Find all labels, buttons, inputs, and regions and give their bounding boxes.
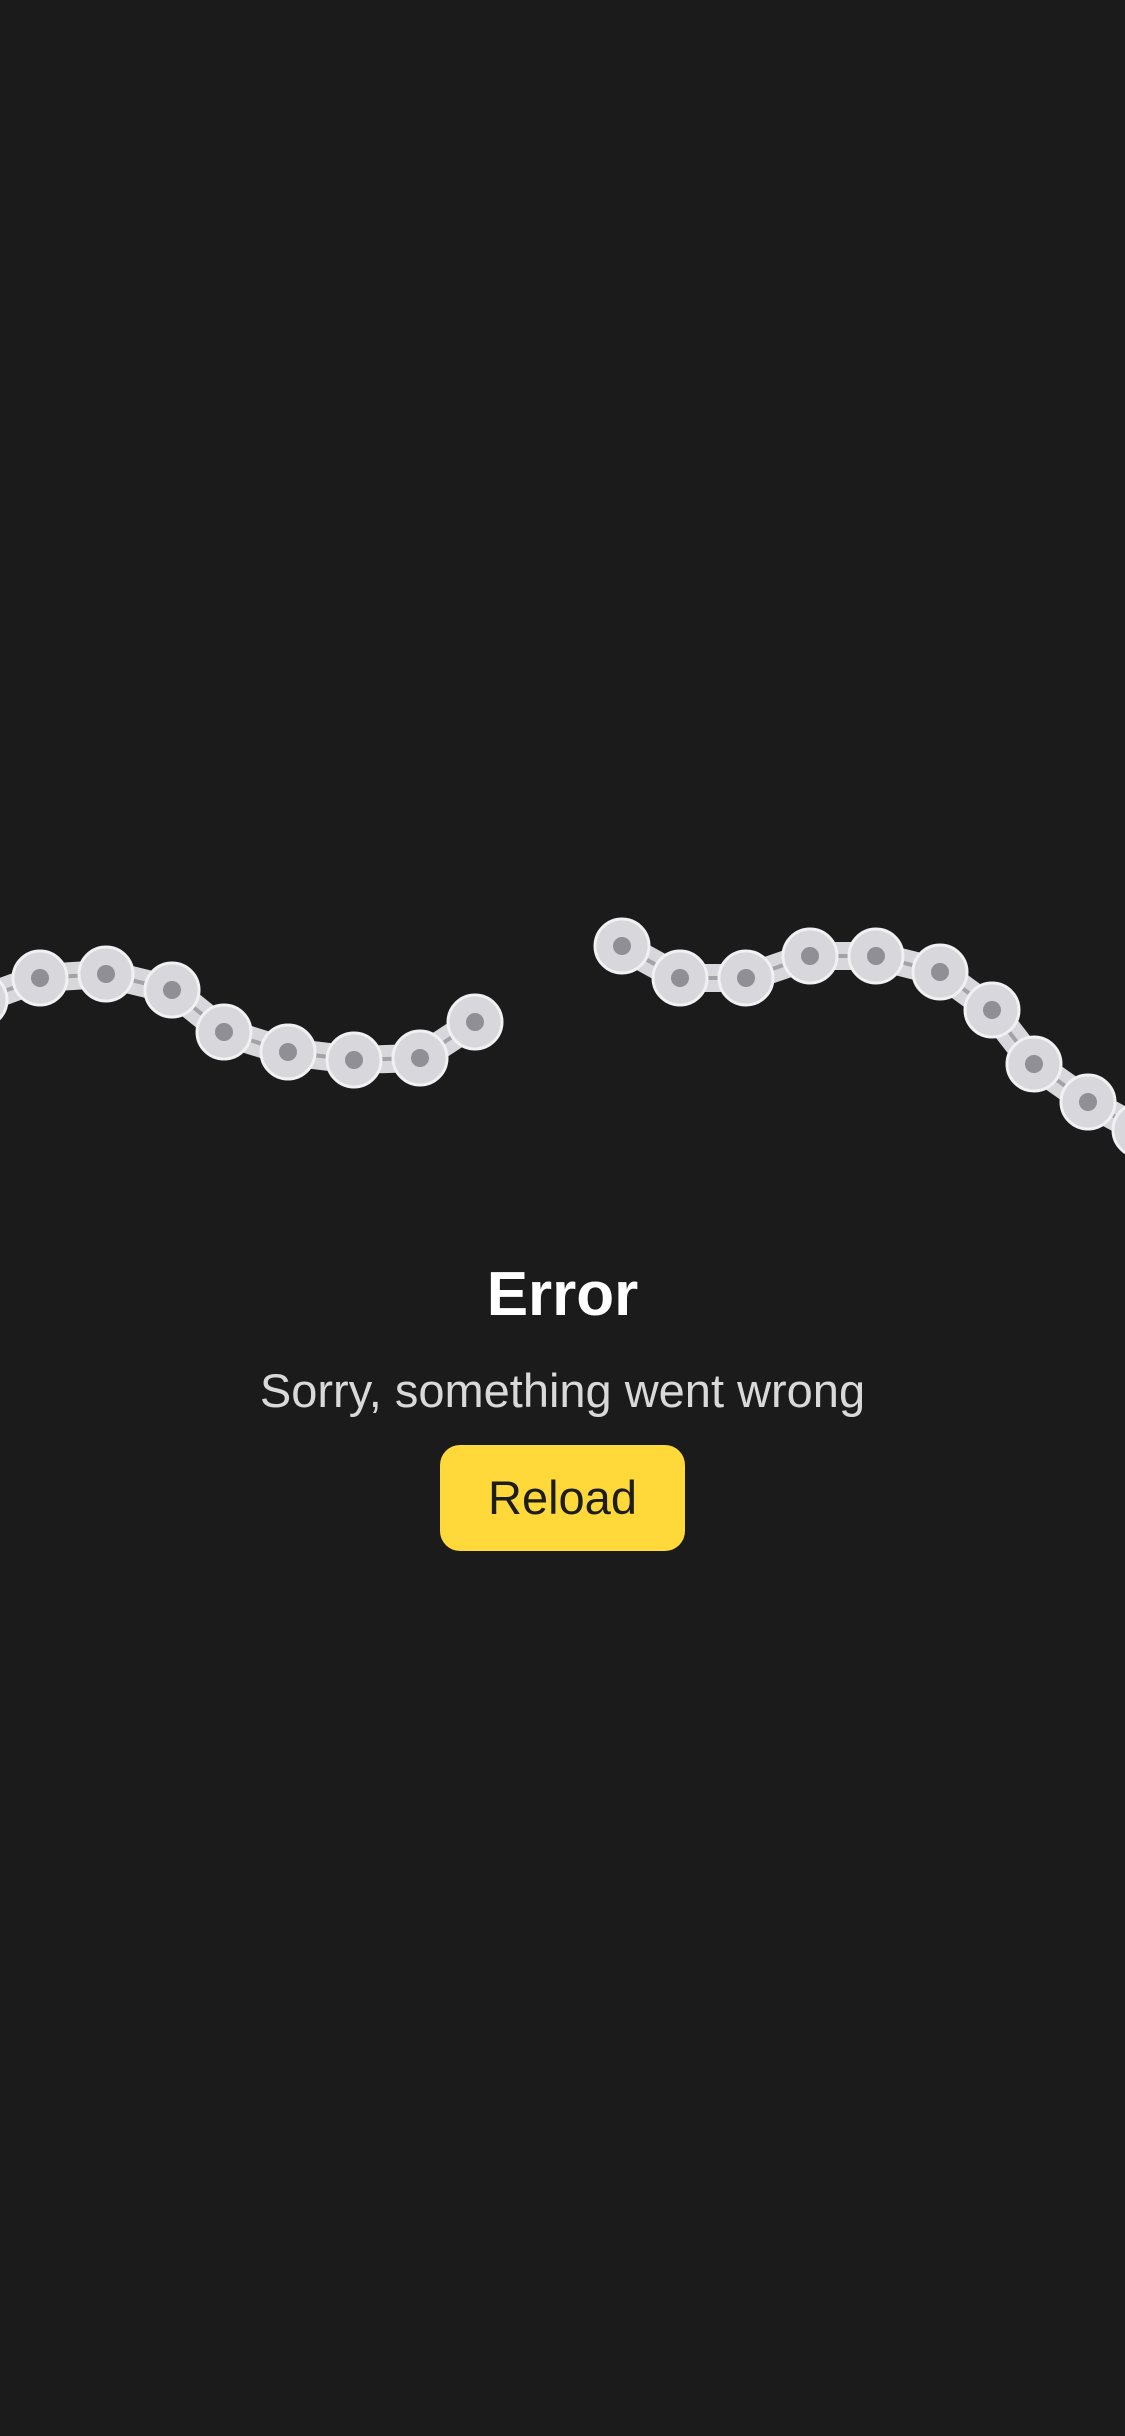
error-title: Error bbox=[486, 1259, 639, 1329]
right-chain-segment bbox=[593, 917, 1125, 1155]
reload-button[interactable]: Reload bbox=[440, 1445, 685, 1551]
error-message: Sorry, something went wrong bbox=[259, 1364, 866, 1417]
error-screen: Error Sorry, something went wrong Reload bbox=[0, 0, 1125, 2436]
broken-chain-icon bbox=[0, 880, 1125, 1170]
left-chain-segment bbox=[0, 945, 504, 1089]
